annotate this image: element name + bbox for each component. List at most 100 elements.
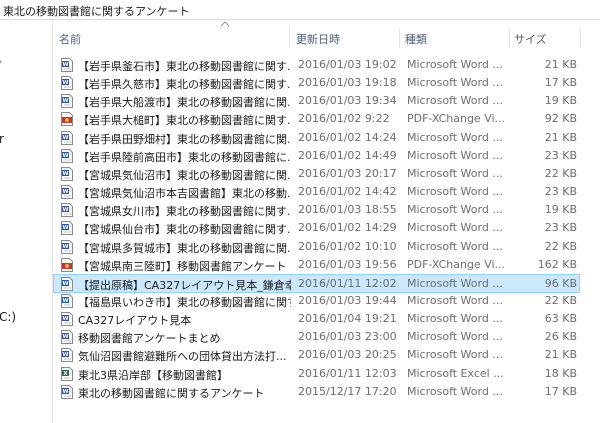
column-divider[interactable] [509, 28, 510, 48]
svg-text:W: W [62, 298, 68, 304]
file-row[interactable]: 【岩手県大槌町】東北の移動図書館に関す... 2016/01/02 9:22 PDF… [54, 110, 579, 128]
file-size: 26 KB [544, 330, 577, 344]
navigation-pane[interactable]: › r C:) [0, 20, 53, 423]
file-type: Microsoft Word ... [407, 384, 503, 398]
column-header-type[interactable]: 種類 [405, 31, 427, 47]
column-divider[interactable] [289, 28, 290, 48]
file-modified-date: 2016/01/02 14:29 [298, 221, 397, 235]
column-divider[interactable] [399, 28, 400, 48]
file-row[interactable]: W 【宮城県気仙沼市】東北の移動図書館に関... 2016/01/03 20:17 M… [54, 165, 579, 183]
file-modified-date: 2016/01/03 19:34 [298, 94, 397, 108]
svg-text:W: W [62, 135, 68, 141]
file-row[interactable]: W 【岩手県田野畑村】東北の移動図書館に関... 2016/01/02 14:24 M… [54, 129, 579, 147]
file-size: 21 KB [544, 348, 577, 362]
file-modified-date: 2016/01/03 19:02 [298, 58, 397, 71]
word-doc-icon: W [61, 130, 73, 145]
file-row[interactable]: W 【提出原稿】CA327レイアウト見本_鎌倉幸... 2016/01/11 12:… [53, 273, 580, 293]
file-row[interactable]: X 東北3県沿岸部【移動図書館】 2016/01/11 12:03 Microsoft… [54, 365, 579, 383]
window-title-bar: 東北の移動図書館に関するアンケート [0, 0, 600, 20]
file-row[interactable]: W 【宮城県仙台市】東北の移動図書館に関す... 2016/01/02 14:29 M… [54, 219, 579, 237]
file-type: Microsoft Word ... [407, 330, 503, 344]
file-size: 22 KB [544, 239, 577, 253]
word-doc-icon: W [61, 166, 73, 181]
file-type: Microsoft Word ... [407, 276, 503, 290]
file-row[interactable]: W 【岩手県陸前高田市】東北の移動図書館に... 2016/01/02 14:49 M… [54, 147, 579, 165]
file-size: 19 KB [544, 203, 577, 217]
svg-text:W: W [62, 225, 68, 231]
file-name: 【宮城県気仙沼市】東北の移動図書館に関... [78, 168, 291, 182]
file-row[interactable]: W 【宮城県気仙沼市本吉図書館】東北の移動... 2016/01/02 14:42 M… [54, 183, 579, 201]
file-name: 【岩手県釜石市】東北の移動図書館に関す... [78, 60, 291, 73]
file-name: 移動図書館アンケートまとめ [78, 332, 221, 346]
svg-text:W: W [62, 281, 68, 287]
svg-text:W: W [62, 207, 68, 213]
file-row[interactable]: W 【宮城県女川市】東北の移動図書館に関す... 2016/01/03 18:55 M… [54, 201, 579, 219]
file-type: Microsoft Word ... [407, 312, 503, 326]
word-doc-icon: W [61, 293, 73, 308]
file-size: 23 KB [544, 148, 577, 162]
file-name: 東北の移動図書館に関するアンケート [78, 386, 265, 400]
file-row[interactable]: 【宮城県南三陸町】移動図書館アンケート 2016/01/03 19:56 PDF-X… [54, 256, 579, 274]
word-doc-icon: W [61, 58, 73, 72]
column-header-size[interactable]: サイズ [514, 31, 547, 47]
file-type: Microsoft Word ... [407, 185, 503, 199]
word-doc-icon: W [61, 239, 73, 254]
nav-item-label[interactable]: r [0, 132, 4, 146]
file-size: 18 KB [544, 366, 577, 380]
file-type: Microsoft Word ... [407, 94, 503, 108]
svg-text:W: W [62, 189, 68, 195]
pdf-doc-icon [61, 112, 73, 127]
file-row[interactable]: W 東北の移動図書館に関するアンケート 2015/12/17 17:20 Micros… [54, 383, 579, 401]
chevron-right-icon[interactable]: › [0, 54, 3, 70]
file-type: Microsoft Word ... [407, 166, 503, 180]
file-name: 【宮城県女川市】東北の移動図書館に関す... [78, 205, 291, 219]
file-type: Microsoft Word ... [407, 58, 503, 71]
file-modified-date: 2016/01/03 20:25 [298, 348, 397, 362]
file-size: 63 KB [544, 312, 577, 326]
file-type: Microsoft Word ... [407, 76, 503, 90]
svg-text:W: W [62, 244, 68, 250]
file-name: 【宮城県気仙沼市本吉図書館】東北の移動... [78, 187, 291, 201]
svg-text:W: W [62, 171, 68, 177]
file-size: 22 KB [544, 166, 577, 180]
file-row[interactable]: W 移動図書館アンケートまとめ 2016/01/03 23:00 Microsoft … [54, 328, 579, 346]
file-size: 23 KB [544, 221, 577, 235]
file-row[interactable]: W 【福島県いわき市】東北の移動図書館に関す... 2016/01/03 19:44… [54, 292, 579, 310]
file-modified-date: 2016/01/03 19:44 [298, 293, 397, 307]
file-name: 【宮城県南三陸町】移動図書館アンケート [78, 259, 287, 273]
file-name: 【岩手県大槌町】東北の移動図書館に関す... [78, 114, 291, 128]
pdf-doc-icon [61, 257, 73, 272]
word-doc-icon: W [61, 221, 73, 236]
file-name: 【岩手県大船渡市】東北の移動図書館に関... [78, 96, 291, 110]
file-name: 【福島県いわき市】東北の移動図書館に関す... [78, 295, 291, 309]
file-row[interactable]: W 【宮城県多賀城市】東北の移動図書館に関... 2016/01/02 10:10 M… [54, 238, 579, 256]
file-name: 【提出原稿】CA327レイアウト見本_鎌倉幸... [78, 278, 291, 292]
file-modified-date: 2016/01/02 14:24 [298, 130, 397, 144]
file-modified-date: 2016/01/03 19:18 [298, 76, 397, 90]
file-modified-date: 2015/12/17 17:20 [298, 384, 397, 398]
file-size: 22 KB [544, 293, 577, 307]
word-doc-icon: W [61, 148, 73, 163]
file-modified-date: 2016/01/04 19:21 [298, 312, 397, 326]
file-row[interactable]: W 【岩手県久慈市】東北の移動図書館に関す... 2016/01/03 19:18 M… [54, 74, 579, 92]
file-modified-date: 2016/01/03 20:17 [298, 166, 397, 180]
svg-text:W: W [62, 389, 68, 395]
file-name: 気仙沼図書館避難所への団体貸出方法打... [78, 350, 287, 364]
word-doc-icon: W [61, 185, 73, 200]
svg-text:W: W [62, 153, 68, 159]
file-row[interactable]: W CA327レイアウト見本 2016/01/04 19:21 Microsoft W… [54, 310, 579, 328]
word-doc-icon: W [61, 312, 73, 327]
file-row[interactable]: W 気仙沼図書館避難所への団体貸出方法打... 2016/01/03 20:25 Mi… [54, 346, 579, 364]
svg-text:W: W [62, 98, 68, 104]
file-row[interactable]: W 【岩手県大船渡市】東北の移動図書館に関... 2016/01/03 19:34 M… [54, 92, 579, 110]
file-size: 21 KB [544, 130, 577, 144]
file-row[interactable]: W 【岩手県釜石市】東北の移動図書館に関す... 2016/01/03 19:02 M… [54, 56, 579, 74]
column-header-date[interactable]: 更新日時 [296, 31, 340, 47]
column-header-name[interactable]: 名前 [59, 31, 81, 47]
column-divider[interactable] [580, 28, 581, 48]
file-type: Microsoft Word ... [407, 348, 503, 362]
nav-item-drive-label[interactable]: C:) [0, 310, 16, 324]
file-name: 【宮城県仙台市】東北の移動図書館に関す... [78, 223, 291, 237]
file-type: Microsoft Word ... [407, 221, 503, 235]
word-doc-icon: W [61, 76, 73, 91]
